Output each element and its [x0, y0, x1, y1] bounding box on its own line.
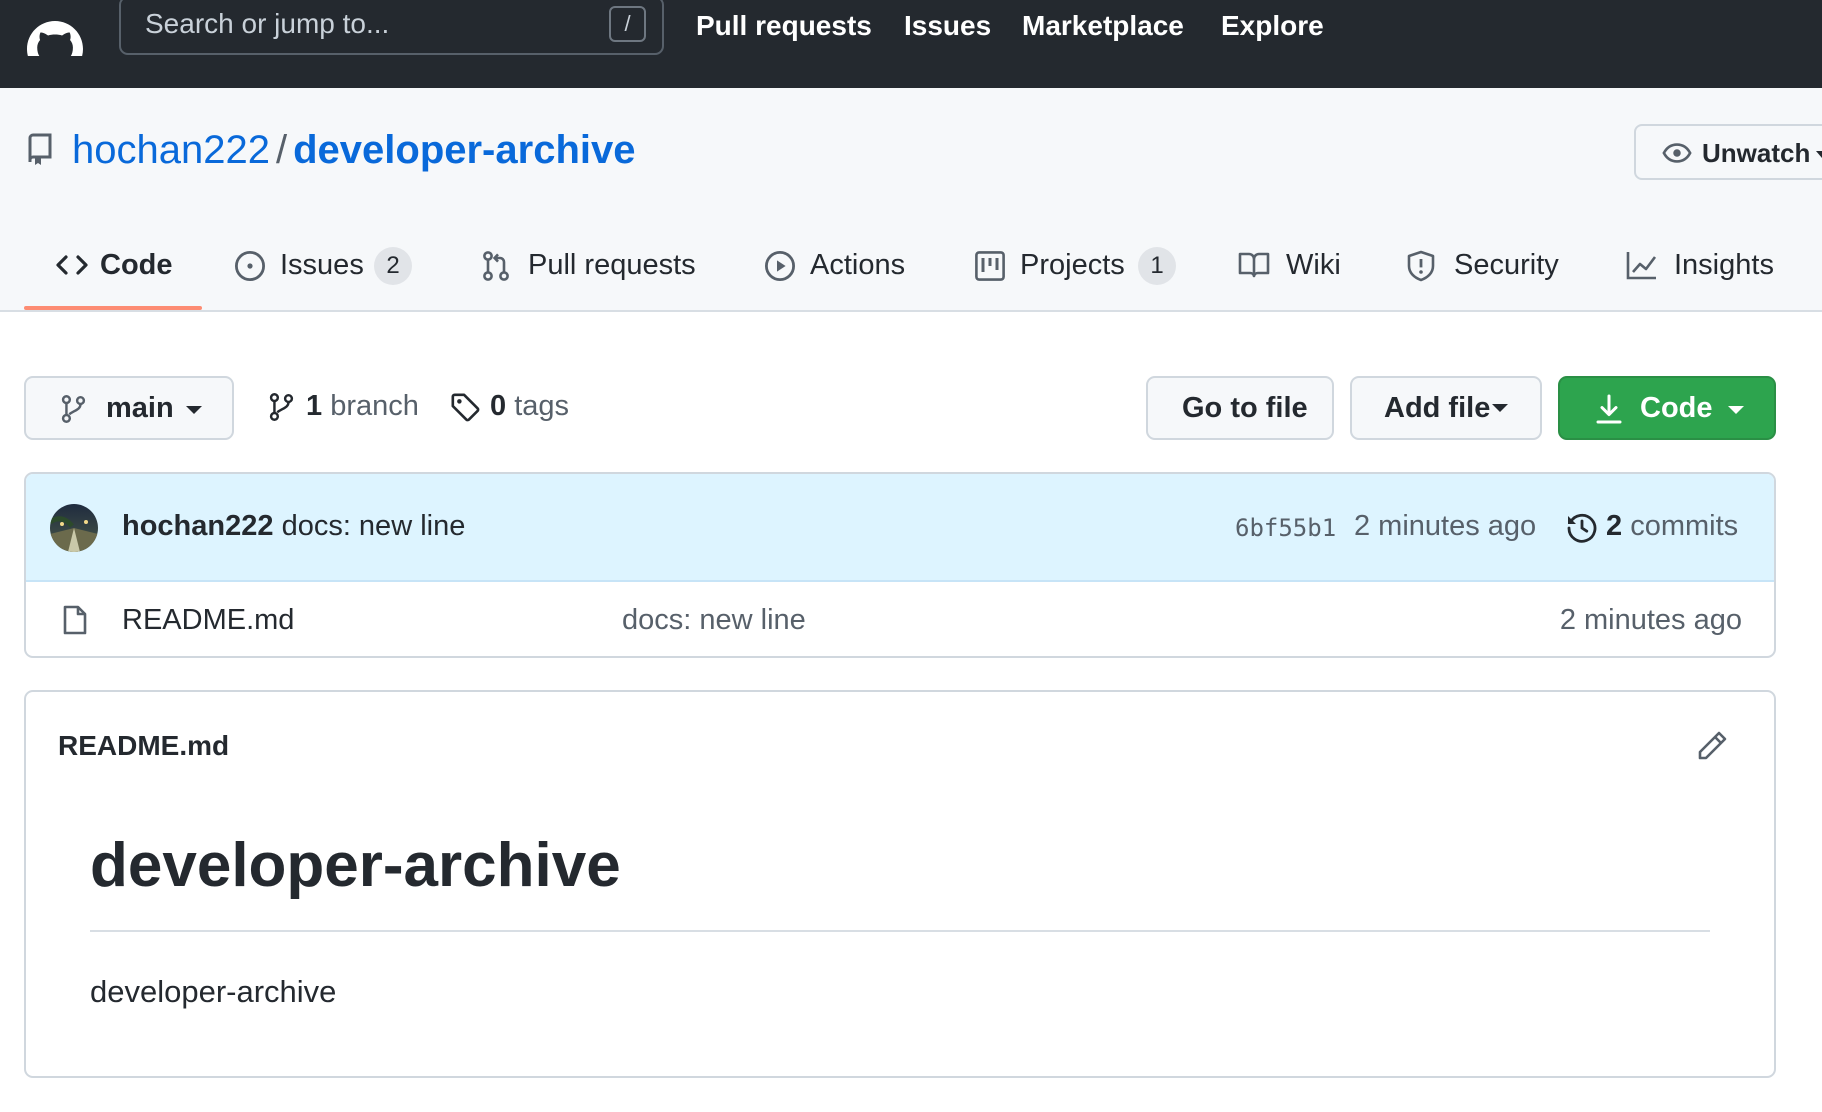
issue-opened-icon: [234, 250, 266, 282]
latest-commit-bar: hochan222 docs: new line 6bf55b1 2 minut…: [26, 474, 1774, 582]
branch-select-button[interactable]: main: [24, 376, 234, 440]
tab-insights[interactable]: Insights: [1626, 243, 1782, 309]
avatar[interactable]: [50, 504, 98, 552]
file-commit-message-link[interactable]: docs: new line: [622, 604, 806, 637]
tab-actions-label: Actions: [810, 249, 906, 281]
nav-issues[interactable]: Issues: [904, 10, 991, 42]
tab-wiki-label: Wiki: [1286, 249, 1341, 281]
commit-count: 2: [1606, 510, 1623, 542]
tag-count: 0: [490, 390, 507, 422]
readme-paragraph: developer-archive: [90, 974, 337, 1009]
search-input[interactable]: Search or jump to... /: [119, 0, 664, 55]
file-list: hochan222 docs: new line 6bf55b1 2 minut…: [24, 472, 1776, 658]
unwatch-label: Unwatch: [1702, 138, 1811, 168]
nav-explore[interactable]: Explore: [1221, 10, 1324, 42]
tab-issues[interactable]: Issues 2: [234, 243, 416, 309]
branch-word: branch: [330, 390, 419, 422]
chevron-down-icon: [1816, 151, 1822, 158]
tab-code-label: Code: [100, 249, 173, 281]
shield-icon: [1406, 250, 1436, 282]
tab-actions[interactable]: Actions: [764, 243, 912, 309]
git-pull-request-icon: [482, 250, 510, 282]
pencil-icon[interactable]: [1696, 730, 1728, 762]
tab-issues-label: Issues: [280, 249, 364, 281]
repo-name-link[interactable]: developer-archive: [293, 128, 635, 172]
global-header: Search or jump to... / Pull requests Iss…: [0, 0, 1822, 88]
tab-insights-label: Insights: [1674, 249, 1774, 281]
tab-projects[interactable]: Projects 1: [974, 243, 1180, 309]
book-icon: [1238, 250, 1270, 280]
commit-message-link[interactable]: docs: new line: [282, 510, 466, 542]
go-to-file-label: Go to file: [1182, 392, 1308, 424]
play-icon: [764, 250, 796, 282]
history-icon[interactable]: [1566, 512, 1598, 544]
selected-tab-indicator: [24, 306, 202, 310]
search-placeholder: Search or jump to...: [145, 8, 390, 39]
tab-projects-label: Projects: [1020, 249, 1125, 281]
commit-word: commits: [1630, 510, 1739, 542]
readme-box: README.md developer-archive developer-ar…: [24, 690, 1776, 1078]
eye-icon: [1662, 141, 1692, 165]
latest-commit-summary: hochan222 docs: new line: [122, 510, 465, 543]
tab-wiki[interactable]: Wiki: [1238, 243, 1344, 309]
graph-icon: [1626, 250, 1658, 280]
tab-projects-counter: 1: [1138, 247, 1176, 285]
tab-security[interactable]: Security: [1406, 243, 1562, 309]
project-icon: [974, 250, 1006, 282]
code-icon: [56, 250, 88, 280]
git-branch-icon: [268, 392, 294, 422]
search-shortcut-key: /: [609, 6, 646, 42]
branch-count: 1: [306, 390, 323, 422]
repo-icon: [26, 133, 54, 167]
file-name-link[interactable]: README.md: [122, 604, 294, 637]
tag-word: tags: [514, 390, 570, 422]
breadcrumb-separator: /: [275, 128, 288, 172]
tab-pull-requests-label: Pull requests: [528, 249, 696, 281]
add-file-label: Add file: [1384, 392, 1491, 424]
tab-code[interactable]: Code: [56, 243, 186, 309]
git-branch-icon: [60, 394, 86, 424]
tab-issues-counter: 2: [374, 247, 412, 285]
tag-icon: [450, 392, 480, 422]
nav-pull-requests[interactable]: Pull requests: [696, 10, 872, 42]
tab-pull-requests[interactable]: Pull requests: [482, 243, 698, 309]
github-logo-icon[interactable]: [22, 0, 88, 56]
tab-security-label: Security: [1454, 249, 1559, 281]
go-to-file-button[interactable]: Go to file: [1146, 376, 1334, 440]
commits-link[interactable]: 2 commits: [1606, 510, 1738, 543]
repo-breadcrumb: hochan222/developer-archive: [72, 126, 635, 174]
code-download-button[interactable]: Code: [1558, 376, 1776, 440]
commit-sha-link[interactable]: 6bf55b1: [1235, 514, 1336, 542]
commit-author-link[interactable]: hochan222: [122, 510, 274, 542]
download-icon: [1596, 394, 1622, 424]
nav-marketplace[interactable]: Marketplace: [1022, 10, 1184, 42]
file-commit-time: 2 minutes ago: [1559, 604, 1742, 636]
repo-header: hochan222/developer-archive Unwatch Code…: [0, 88, 1822, 312]
file-icon: [62, 604, 88, 636]
branch-name: main: [106, 392, 174, 424]
readme-heading: developer-archive: [90, 831, 621, 900]
chevron-down-icon: [1492, 404, 1508, 412]
commit-time: 2 minutes ago: [1354, 510, 1537, 542]
code-button-label: Code: [1640, 392, 1713, 424]
readme-filename: README.md: [58, 730, 230, 761]
chevron-down-icon: [1728, 406, 1744, 414]
unwatch-button[interactable]: Unwatch: [1634, 124, 1822, 180]
repo-owner-link[interactable]: hochan222: [72, 128, 270, 172]
add-file-button[interactable]: Add file: [1350, 376, 1542, 440]
chevron-down-icon: [186, 406, 202, 414]
heading-divider: [90, 930, 1710, 932]
